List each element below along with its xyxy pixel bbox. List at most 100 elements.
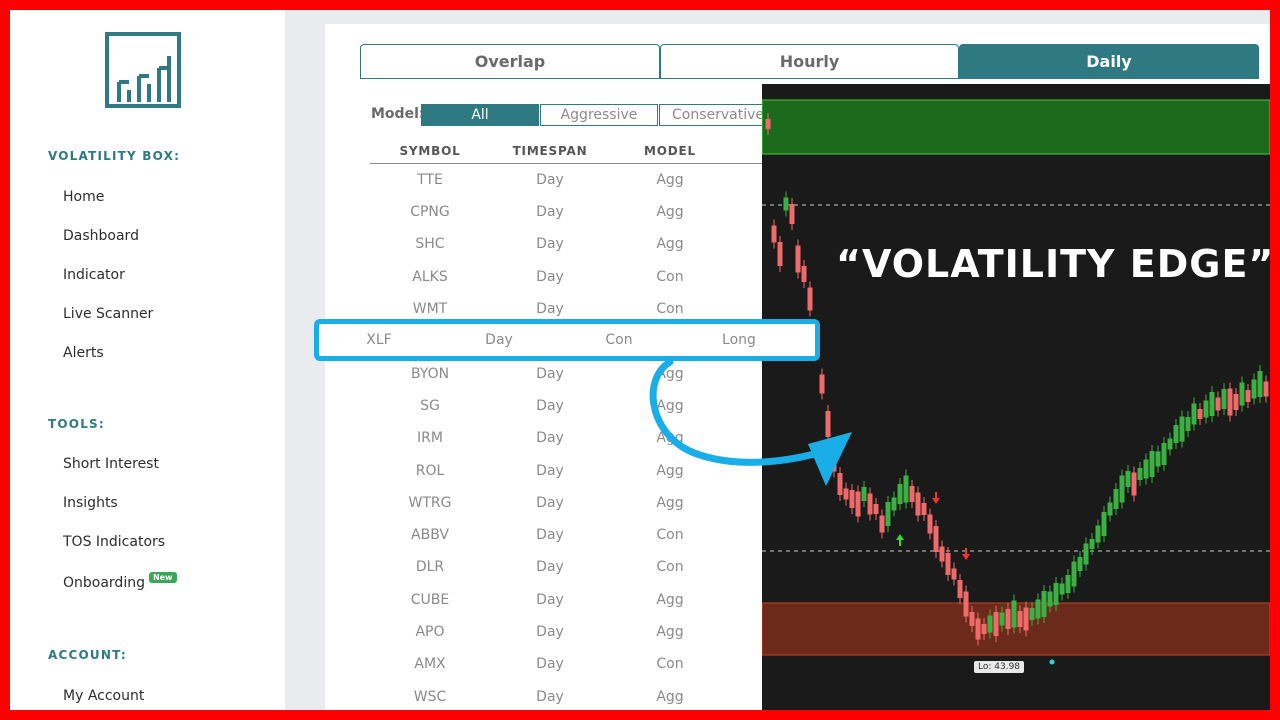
nav-indicator[interactable]: Indicator <box>63 267 125 283</box>
column-header-model[interactable]: MODEL <box>610 144 730 158</box>
candle <box>819 374 825 394</box>
cell-timespan: Day <box>536 204 564 220</box>
candle <box>1125 471 1131 487</box>
cell-model: Agg <box>656 689 684 705</box>
candle <box>801 266 807 282</box>
cell-timespan: Day <box>536 366 564 382</box>
candlestick-chart <box>762 99 1270 665</box>
table-row[interactable]: AMX Day Con <box>370 642 770 674</box>
candle <box>1233 394 1239 410</box>
candle <box>957 580 963 598</box>
upper-zone <box>762 99 1270 155</box>
new-badge: New <box>148 572 177 583</box>
table-row[interactable]: WSC Day Agg <box>370 675 770 707</box>
candle <box>771 225 777 243</box>
cell-model: Con <box>656 527 684 543</box>
table-row[interactable]: APO Day Agg <box>370 610 770 642</box>
table-row[interactable]: WMT Day Con <box>370 287 770 319</box>
candle <box>921 503 927 515</box>
candle <box>909 486 915 502</box>
cell-model: Agg <box>656 430 684 446</box>
table-row[interactable]: WTRG Day Agg <box>370 481 770 513</box>
table-row[interactable]: IRM Day Agg <box>370 416 770 448</box>
candle <box>1245 390 1251 402</box>
candle <box>867 493 873 515</box>
cell-timespan: Day <box>536 172 564 188</box>
model-option-aggressive[interactable]: Aggressive <box>540 104 658 126</box>
cell-timespan: Day <box>536 301 564 317</box>
highlight-model: Con <box>605 332 633 348</box>
table-row[interactable]: ROL Day Agg <box>370 449 770 481</box>
cell-symbol: CUBE <box>410 592 450 608</box>
price-chart[interactable]: “VOLATILITY EDGE” Lo: 43.98 <box>762 84 1270 710</box>
cell-timespan: Day <box>536 624 564 640</box>
candle <box>1101 512 1107 536</box>
table-row[interactable]: CUBE Day Agg <box>370 578 770 610</box>
candle <box>1089 539 1095 549</box>
nav-short-interest[interactable]: Short Interest <box>63 456 159 472</box>
nav-my-account[interactable]: My Account <box>63 688 144 704</box>
cell-timespan: Day <box>536 592 564 608</box>
cell-model: Agg <box>656 236 684 252</box>
candle <box>795 245 801 273</box>
candle <box>1029 608 1035 620</box>
cell-model: Agg <box>656 592 684 608</box>
table-row[interactable]: ABBV Day Con <box>370 513 770 545</box>
candle <box>873 504 879 514</box>
tab-overlap[interactable]: Overlap <box>360 44 660 79</box>
candle <box>1161 443 1167 465</box>
candle <box>1071 561 1077 587</box>
table-row[interactable]: ALKS Day Con <box>370 255 770 287</box>
cell-model: Con <box>656 301 684 317</box>
candle <box>1083 543 1089 565</box>
candle <box>927 514 933 534</box>
nav-onboarding[interactable]: Onboarding New <box>63 572 177 591</box>
candle <box>963 591 969 617</box>
candle <box>849 490 855 508</box>
candle <box>1065 575 1071 593</box>
cell-model: Agg <box>656 495 684 511</box>
nav-tos-indicators[interactable]: TOS Indicators <box>63 534 165 550</box>
model-option-conservative[interactable]: Conservative <box>659 104 777 126</box>
candle <box>783 197 789 211</box>
table-row[interactable]: SHC Day Agg <box>370 222 770 254</box>
nav-live-scanner[interactable]: Live Scanner <box>63 306 153 322</box>
candle <box>999 612 1005 626</box>
sell-signal-icon <box>932 492 940 504</box>
cell-model: Agg <box>656 624 684 640</box>
table-row[interactable]: CPNG Day Agg <box>370 190 770 222</box>
volatility-box-logo[interactable] <box>105 32 181 108</box>
cell-timespan: Day <box>536 463 564 479</box>
table-row[interactable]: DLR Day Con <box>370 545 770 577</box>
cell-symbol: TTE <box>417 172 443 188</box>
candle <box>945 553 951 575</box>
tab-hourly[interactable]: Hourly <box>660 44 959 79</box>
highlighted-row-callout[interactable]: XLF Day Con Long <box>314 319 820 361</box>
section-title-volatility-box: VOLATILITY BOX: <box>48 149 181 163</box>
candle <box>981 624 987 634</box>
cell-symbol: ROL <box>415 463 445 479</box>
column-header-timespan[interactable]: TIMESPAN <box>490 144 610 158</box>
table-row[interactable]: SG Day Agg <box>370 384 770 416</box>
candle <box>1113 489 1119 509</box>
table-row[interactable]: TTE Day Agg <box>370 158 770 190</box>
cell-timespan: Day <box>536 559 564 575</box>
sell-signal-icon <box>962 548 970 560</box>
tab-daily[interactable]: Daily <box>959 44 1259 79</box>
nav-alerts[interactable]: Alerts <box>63 345 104 361</box>
candle <box>861 487 867 501</box>
highlight-timespan: Day <box>485 332 513 348</box>
candle <box>843 488 849 500</box>
nav-insights[interactable]: Insights <box>63 495 118 511</box>
candle <box>1173 425 1179 443</box>
model-option-all[interactable]: All <box>421 104 539 126</box>
nav-home[interactable]: Home <box>63 189 104 205</box>
column-header-symbol[interactable]: SYMBOL <box>370 144 490 158</box>
cell-symbol: WMT <box>412 301 448 317</box>
candle <box>891 497 897 511</box>
candle <box>1251 379 1257 399</box>
nav-dashboard[interactable]: Dashboard <box>63 228 139 244</box>
cell-model: Agg <box>656 463 684 479</box>
sidebar: VOLATILITY BOX: Home Dashboard Indicator… <box>10 10 285 710</box>
candle <box>1203 400 1209 418</box>
